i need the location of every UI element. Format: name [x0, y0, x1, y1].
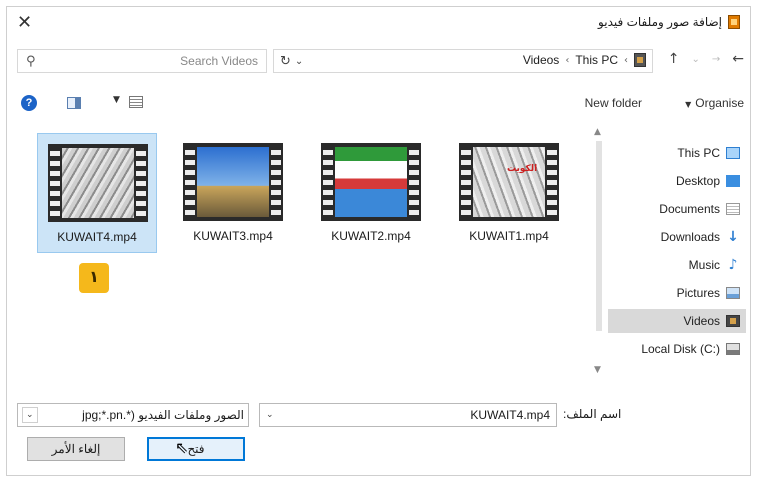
- file-name-combobox[interactable]: ⌄: [259, 403, 557, 427]
- organise-label: Organise: [695, 96, 744, 110]
- sidebar-item-label: This PC: [677, 146, 720, 160]
- nav-arrows: ↑ ⌄ → ←: [668, 51, 744, 67]
- search-icon: ⚲: [26, 53, 36, 69]
- file-open-dialog: ✕ إضافة صور وملفات فيديو ⚲ ↻ ⌄ › This PC…: [6, 6, 751, 476]
- toolbar: ? ▼ New folder ▼ Organise: [7, 91, 750, 117]
- disk-icon: [726, 343, 740, 355]
- file-type-select[interactable]: الصور وملفات الفيديو (*.jpg;*.pn ⌄: [17, 403, 249, 427]
- file-name-label: اسم الملف:: [563, 407, 622, 421]
- file-item-kuwait2[interactable]: KUWAIT2.mp4: [311, 133, 431, 253]
- chevron-down-icon[interactable]: ⌄: [266, 410, 274, 420]
- navigation-pane: ▲ ▼ This PC Desktop Documents Downloads …: [592, 127, 750, 377]
- file-list: KUWAIT4.mp4 KUWAIT3.mp4 KUWAIT2.mp4 الكو…: [13, 127, 583, 377]
- sidebar-item-local-disk[interactable]: Local Disk (C:): [608, 337, 746, 361]
- title-bar: ✕ إضافة صور وملفات فيديو: [7, 7, 750, 37]
- sidebar-item-documents[interactable]: Documents: [608, 197, 746, 221]
- recent-chevron-icon[interactable]: ⌄: [691, 51, 699, 67]
- view-options-chevron-icon[interactable]: ▼: [113, 95, 120, 105]
- scroll-up-icon[interactable]: ▲: [594, 127, 601, 137]
- sidebar-item-label: Music: [688, 258, 720, 272]
- sidebar-item-music[interactable]: Music ♪: [608, 253, 746, 277]
- sidebar-item-pictures[interactable]: Pictures: [608, 281, 746, 305]
- videos-icon: [726, 315, 740, 327]
- dialog-title: إضافة صور وملفات فيديو: [598, 15, 740, 29]
- change-view-icon[interactable]: [129, 96, 143, 108]
- refresh-icon[interactable]: ↻: [280, 54, 291, 69]
- breadcrumb-separator-icon: ›: [624, 54, 628, 66]
- sidebar-item-this-pc[interactable]: This PC: [608, 141, 746, 165]
- file-item-kuwait4[interactable]: KUWAIT4.mp4: [37, 133, 157, 253]
- breadcrumb: › This PC › Videos: [523, 53, 646, 67]
- sidebar-item-label: Downloads: [660, 230, 720, 244]
- new-folder-button[interactable]: New folder: [585, 96, 642, 110]
- video-thumbnail: [183, 143, 283, 221]
- search-box[interactable]: ⚲: [17, 49, 267, 73]
- videos-folder-icon: [634, 53, 646, 67]
- app-icon: [728, 15, 740, 29]
- organise-chevron-icon: ▼: [685, 100, 692, 109]
- organise-button[interactable]: ▼ Organise: [685, 96, 744, 110]
- dialog-title-text: إضافة صور وملفات فيديو: [598, 15, 722, 29]
- documents-icon: [726, 203, 740, 215]
- desktop-icon: [726, 175, 740, 187]
- step-badge: ١: [79, 263, 109, 293]
- breadcrumb-separator-icon: ›: [565, 54, 570, 66]
- scroll-down-icon[interactable]: ▼: [594, 365, 601, 375]
- close-icon[interactable]: ✕: [17, 12, 32, 33]
- address-bar[interactable]: ↻ ⌄ › This PC › Videos: [273, 49, 653, 73]
- back-arrow-icon[interactable]: ←: [732, 51, 744, 67]
- sidebar-item-label: Pictures: [676, 286, 720, 300]
- file-name: KUWAIT1.mp4: [469, 229, 549, 243]
- music-icon: ♪: [728, 257, 738, 273]
- sidebar-item-label: Desktop: [675, 174, 720, 188]
- chevron-down-icon[interactable]: ⌄: [22, 407, 38, 423]
- file-name: KUWAIT4.mp4: [57, 230, 137, 244]
- file-name-input[interactable]: [273, 408, 550, 422]
- video-thumbnail: [48, 144, 148, 222]
- sidebar-item-label: Videos: [683, 314, 720, 328]
- open-button[interactable]: فتح: [147, 437, 245, 461]
- preview-pane-icon[interactable]: [67, 97, 81, 109]
- sidebar-item-label: Documents: [659, 202, 720, 216]
- video-thumbnail: [321, 143, 421, 221]
- help-icon[interactable]: ?: [21, 95, 37, 111]
- scroll-thumb[interactable]: [596, 141, 602, 331]
- up-arrow-icon[interactable]: ↑: [668, 51, 680, 67]
- forward-arrow-icon[interactable]: →: [712, 51, 720, 67]
- sidebar-item-videos[interactable]: Videos: [608, 309, 746, 333]
- chevron-down-icon[interactable]: ⌄: [295, 56, 303, 67]
- search-input[interactable]: [35, 54, 258, 68]
- file-type-value: الصور وملفات الفيديو (*.jpg;*.pn: [82, 408, 244, 422]
- file-item-kuwait1[interactable]: الكويت KUWAIT1.mp4: [449, 133, 569, 253]
- video-thumbnail: الكويت: [459, 143, 559, 221]
- cancel-button[interactable]: إلغاء الأمر: [27, 437, 125, 461]
- mouse-cursor-icon: ⇖: [175, 438, 189, 457]
- computer-icon: [726, 147, 740, 159]
- file-name: KUWAIT2.mp4: [331, 229, 411, 243]
- breadcrumb-videos[interactable]: Videos: [523, 53, 559, 67]
- navigation-bar: ⚲ ↻ ⌄ › This PC › Videos ↑ ⌄ → ←: [7, 47, 750, 75]
- file-name: KUWAIT3.mp4: [193, 229, 273, 243]
- scrollbar[interactable]: ▲ ▼: [592, 127, 606, 377]
- dialog-footer: الصور وملفات الفيديو (*.jpg;*.pn ⌄ ⌄ اسم…: [7, 391, 750, 477]
- downloads-icon: ↓: [727, 229, 739, 245]
- file-item-kuwait3[interactable]: KUWAIT3.mp4: [173, 133, 293, 253]
- thumbnail-map-text: الكويت: [507, 163, 538, 173]
- sidebar-item-desktop[interactable]: Desktop: [608, 169, 746, 193]
- sidebar-item-downloads[interactable]: Downloads ↓: [608, 225, 746, 249]
- pictures-icon: [726, 287, 740, 299]
- breadcrumb-this-pc[interactable]: This PC: [575, 53, 618, 67]
- sidebar-item-label: Local Disk (C:): [641, 342, 720, 356]
